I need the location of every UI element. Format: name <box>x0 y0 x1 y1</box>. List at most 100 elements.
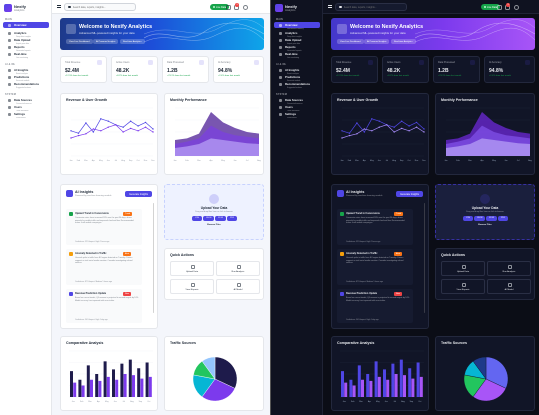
kpi-card-revenue[interactable]: Total Revenue $2.4M +12.5% from last mont… <box>60 56 107 83</box>
data-point <box>348 134 351 137</box>
target-icon <box>525 60 530 65</box>
kpi-label: Active Users <box>387 61 401 64</box>
sidebar-item-users[interactable]: Users Team members <box>274 104 320 112</box>
data-point <box>408 130 410 132</box>
sidebar-item-realtime[interactable]: Real-time Live monitoring <box>274 51 320 59</box>
sidebar-item-reports[interactable]: Reports Generated reports <box>3 44 49 52</box>
insights-scrollbar[interactable] <box>424 203 425 313</box>
search-input[interactable] <box>72 5 133 9</box>
quick-action-reports[interactable]: View Reports <box>170 279 214 294</box>
insight-item[interactable]: Anomaly Detected in Traffic Alert Unusua… <box>337 249 413 285</box>
sidebar-item-data-sources[interactable]: Data Sources Connected sources <box>3 97 49 105</box>
bar <box>81 385 85 397</box>
x-tick-label: Jul <box>385 160 388 162</box>
sidebar-item-data-sources[interactable]: Data Sources Connected sources <box>274 97 320 105</box>
sidebar-item-predictions[interactable]: Predictions Forecast models <box>274 74 320 82</box>
menu-icon[interactable] <box>328 5 332 8</box>
sidebar-item-data-upload[interactable]: Data Upload Import your data <box>274 37 320 45</box>
sidebar-item-predictions[interactable]: Predictions Forecast models <box>3 74 49 82</box>
upload-title: Upload Your Data <box>200 206 228 210</box>
sidebar-item-analytics[interactable]: Analytics Deep data insights <box>274 30 320 38</box>
ai-insights-card: AI Insights Powered by machine learning … <box>60 184 158 329</box>
data-point <box>152 128 154 130</box>
kpi-card-data[interactable]: Data Processed 1.2B +23.1% from last mont… <box>433 56 480 83</box>
bar <box>357 365 361 397</box>
quick-action-label: View Reports <box>456 289 470 291</box>
bar <box>86 365 90 397</box>
sidebar-item-users[interactable]: Users Team members <box>3 104 49 112</box>
insight-item[interactable]: Anomaly Detected in Traffic Alert Unusua… <box>66 249 142 285</box>
bar <box>132 375 135 397</box>
quick-action-analysis[interactable]: Run Analysis <box>216 261 260 276</box>
sidebar-item-realtime[interactable]: Real-time Live monitoring <box>3 51 49 59</box>
insight-item[interactable]: Upward Trend in Conversions Trend Conver… <box>337 209 413 245</box>
live-data-label: Live Data <box>487 5 498 9</box>
insight-item[interactable]: Revenue Prediction Update New Based on c… <box>337 289 413 323</box>
quick-action-ai-model[interactable]: AI Model <box>487 279 531 294</box>
sidebar-item-settings[interactable]: Settings Preferences <box>274 111 320 119</box>
kpi-card-data[interactable]: Data Processed 1.2B +23.1% from last mont… <box>162 56 209 83</box>
users-icon <box>148 60 153 65</box>
quick-action-ai-model[interactable]: AI Model <box>216 279 260 294</box>
browse-files-button[interactable]: Browse Files <box>436 224 534 226</box>
x-tick-label: Oct <box>147 400 151 403</box>
quick-action-upload[interactable]: Upload Data <box>170 261 214 276</box>
insights-scrollbar[interactable] <box>153 203 154 313</box>
quick-action-label: View Reports <box>185 289 199 291</box>
sidebar-item-ai-insights[interactable]: AI Insights Smart analysis <box>3 67 49 75</box>
sidebar-item-overview[interactable]: Overview Dashboard summary <box>3 22 49 30</box>
banner-button-realtime[interactable]: Real-time Analytics <box>120 39 145 44</box>
banner-title: Welcome to Nexify Analytics <box>350 24 424 30</box>
generate-insights-button[interactable]: Generate Insights <box>396 191 423 197</box>
sidebar-item-reports[interactable]: Reports Generated reports <box>274 44 320 52</box>
insight-item[interactable]: Upward Trend in Conversions Trend Conver… <box>66 209 142 245</box>
database-icon <box>8 98 11 102</box>
theme-toggle-icon[interactable] <box>226 4 231 10</box>
banner-button-live-dashboard[interactable]: View Live Dashboard <box>337 39 364 44</box>
kpi-card-accuracy[interactable]: AI Accuracy 94.8% +2.4% from last month <box>484 56 535 83</box>
live-dot-icon <box>213 6 215 8</box>
quick-action-reports[interactable]: View Reports <box>441 279 485 294</box>
kpi-card-users[interactable]: Active Users 48.2K +8.2% from last month <box>111 56 158 83</box>
sidebar-item-settings[interactable]: Settings Preferences <box>3 111 49 119</box>
traffic-pie-chart <box>192 356 238 402</box>
sidebar-item-recommendations[interactable]: Recommendations Suggested actions <box>3 81 49 89</box>
brand-logo[interactable] <box>4 4 12 12</box>
quick-action-upload[interactable]: Upload Data <box>441 261 485 276</box>
sidebar-item-data-upload[interactable]: Data Upload Import your data <box>3 37 49 45</box>
bar <box>369 380 373 397</box>
banner-button-live-dashboard[interactable]: View Live Dashboard <box>66 39 93 44</box>
sidebar-item-recommendations[interactable]: Recommendations Suggested actions <box>274 81 320 89</box>
x-tick-label: Jul <box>122 401 125 403</box>
ai-insights-title: AI Insights <box>75 190 94 194</box>
theme-toggle-icon[interactable] <box>497 4 502 10</box>
sidebar-item-overview[interactable]: Overview Dashboard summary <box>274 22 320 30</box>
search-box[interactable] <box>64 3 136 11</box>
upload-cloud-icon <box>480 194 490 204</box>
banner-button-ai-insights[interactable]: AI Powered Insights <box>93 39 119 44</box>
generate-insights-button[interactable]: Generate Insights <box>125 191 152 197</box>
menu-icon[interactable] <box>57 5 61 8</box>
comparative-chart-card: Comparative Analysis Jan Feb Mar Apr May Jun J… <box>331 336 429 411</box>
kpi-card-revenue[interactable]: Total Revenue $2.4M +12.5% from last mont… <box>331 56 378 83</box>
upload-dropzone[interactable]: Upload Your Data Drag and drop files her… <box>435 184 535 240</box>
dollar-icon <box>97 60 102 65</box>
upload-dropzone[interactable]: Upload Your Data Drag and drop files her… <box>164 184 264 240</box>
search-input[interactable] <box>343 5 404 9</box>
sidebar-item-ai-insights[interactable]: AI Insights Smart analysis <box>274 67 320 75</box>
insight-item[interactable]: Revenue Prediction Update New Based on c… <box>66 289 142 323</box>
kpi-card-users[interactable]: Active Users 48.2K +8.2% from last month <box>382 56 429 83</box>
user-avatar[interactable] <box>514 4 519 10</box>
search-box[interactable] <box>335 3 407 11</box>
x-tick-label: Jun <box>107 160 110 162</box>
banner-button-ai-insights[interactable]: AI Powered Insights <box>364 39 390 44</box>
quick-action-analysis[interactable]: Run Analysis <box>487 261 531 276</box>
user-avatar[interactable] <box>243 4 248 10</box>
kpi-card-accuracy[interactable]: AI Accuracy 94.8% +2.4% from last month <box>213 56 264 83</box>
x-tick-label: Sep <box>410 401 414 403</box>
data-point <box>129 120 132 122</box>
brand-logo[interactable] <box>275 4 283 12</box>
browse-files-button[interactable]: Browse Files <box>165 224 263 226</box>
sidebar-item-analytics[interactable]: Analytics Deep data insights <box>3 30 49 38</box>
banner-button-realtime[interactable]: Real-time Analytics <box>391 39 416 44</box>
